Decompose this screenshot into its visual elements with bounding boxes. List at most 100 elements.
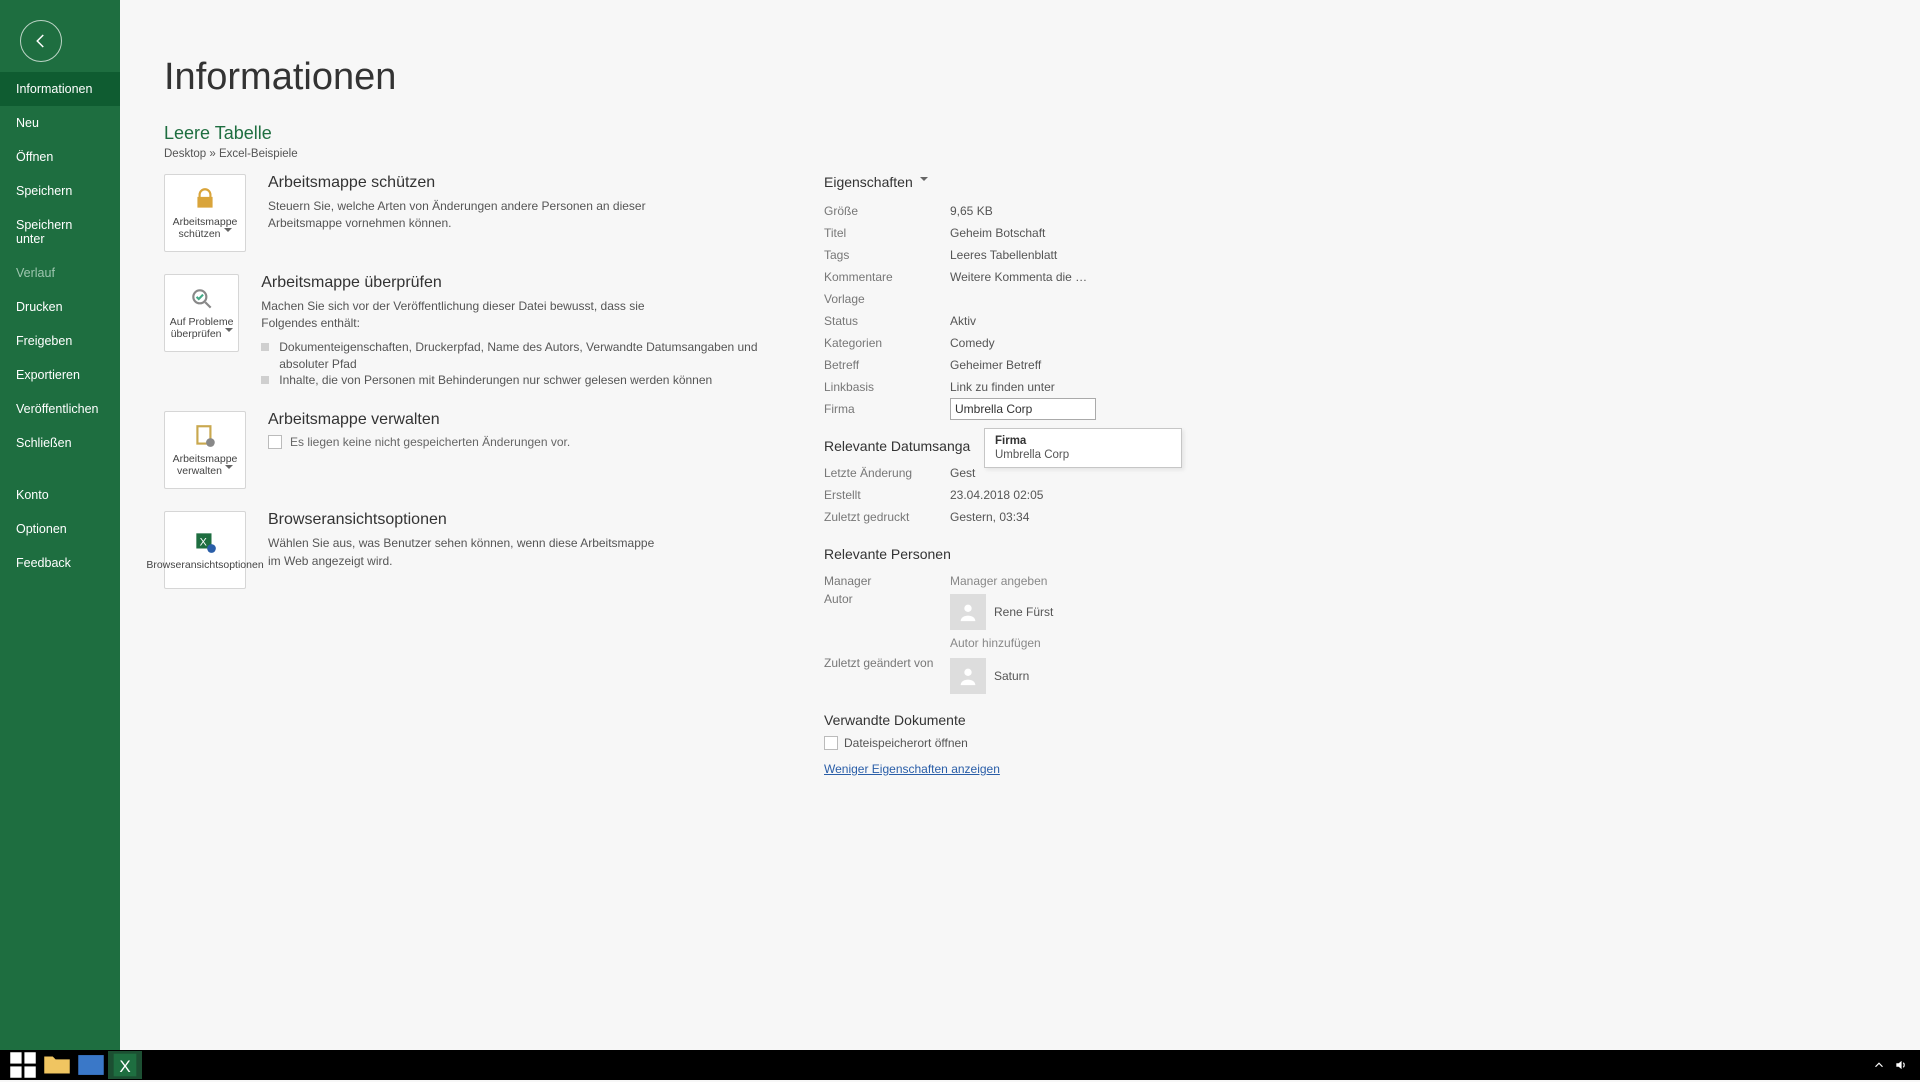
sidebar-item-feedback[interactable]: Feedback xyxy=(0,546,120,580)
protect-desc: Steuern Sie, welche Arten von Änderungen… xyxy=(268,198,668,233)
doc-title: Leere Tabelle xyxy=(164,123,1880,144)
author-add-link[interactable]: Autor hinzufügen xyxy=(950,636,1204,650)
lastmod-k: Zuletzt geändert von xyxy=(824,656,950,670)
inspect-bullet: Dokumenteigenschaften, Druckerpfad, Name… xyxy=(261,339,784,373)
author-k: Autor xyxy=(824,592,950,606)
sidebar-item-schliessen[interactable]: Schließen xyxy=(0,426,120,460)
tooltip-body: Umbrella Corp xyxy=(995,449,1171,461)
tooltip-title: Firma xyxy=(995,435,1171,447)
sidebar-item-optionen[interactable]: Optionen xyxy=(0,512,120,546)
prop-tags-v[interactable]: Leeres Tabellenblatt xyxy=(950,248,1204,262)
sidebar-item-verlauf: Verlauf xyxy=(0,256,120,290)
sidebar-item-neu[interactable]: Neu xyxy=(0,106,120,140)
excel-browser-icon: X xyxy=(192,529,218,555)
window-icon xyxy=(74,1048,108,1082)
browser-view-tile[interactable]: X Browseransichtsoptionen xyxy=(164,511,246,589)
sidebar-item-drucken[interactable]: Drucken xyxy=(0,290,120,324)
taskbar: X xyxy=(0,1050,1920,1080)
prop-linkbase-v[interactable]: Link zu finden unter xyxy=(950,380,1204,394)
author-name[interactable]: Rene Fürst xyxy=(994,605,1053,619)
inspect-tile-label: Auf Probleme überprüfen xyxy=(169,316,234,340)
date-printed-v: Gestern, 03:34 xyxy=(950,510,1204,524)
manage-heading: Arbeitsmappe verwalten xyxy=(268,411,570,429)
sidebar-item-oeffnen[interactable]: Öffnen xyxy=(0,140,120,174)
date-created-k: Erstellt xyxy=(824,488,950,502)
prop-status-v[interactable]: Aktiv xyxy=(950,314,1204,328)
start-button[interactable] xyxy=(6,1051,40,1079)
sidebar-item-exportieren[interactable]: Exportieren xyxy=(0,358,120,392)
document-gear-icon xyxy=(192,423,218,449)
prop-subject-k: Betreff xyxy=(824,358,950,372)
prop-subject-v[interactable]: Geheimer Betreff xyxy=(950,358,1204,372)
protect-workbook-tile[interactable]: Arbeitsmappe schützen xyxy=(164,174,246,252)
magnify-check-icon xyxy=(189,286,215,312)
sidebar-item-speichern-unter[interactable]: Speichern unter xyxy=(0,208,120,256)
manager-k: Manager xyxy=(824,574,950,588)
caret-down-icon xyxy=(917,174,928,190)
manage-tile-label: Arbeitsmappe verwalten xyxy=(169,453,241,477)
taskbar-app[interactable] xyxy=(74,1051,108,1079)
prop-template-k: Vorlage xyxy=(824,292,950,306)
properties-dropdown[interactable]: Eigenschaften xyxy=(824,174,1204,190)
prop-linkbase-k: Linkbasis xyxy=(824,380,950,394)
date-printed-k: Zuletzt gedruckt xyxy=(824,510,950,524)
excel-icon: X xyxy=(108,1048,142,1082)
prop-comments-v[interactable]: Weitere Kommenta die … xyxy=(950,270,1204,284)
prop-comments-k: Kommentare xyxy=(824,270,950,284)
backstage-sidebar: Informationen Neu Öffnen Speichern Speic… xyxy=(0,0,120,1050)
sidebar-item-informationen[interactable]: Informationen xyxy=(0,72,120,106)
info-main: Informationen Leere Tabelle Desktop » Ex… xyxy=(120,0,1920,1050)
inspect-heading: Arbeitsmappe überprüfen xyxy=(261,274,784,292)
svg-text:X: X xyxy=(200,536,207,548)
folder-icon xyxy=(824,736,838,750)
author-avatar[interactable] xyxy=(950,594,986,630)
date-created-v: 23.04.2018 02:05 xyxy=(950,488,1204,502)
prop-size-v: 9,65 KB xyxy=(950,204,1204,218)
taskbar-explorer[interactable] xyxy=(40,1051,74,1079)
related-docs-heading: Verwandte Dokumente xyxy=(824,712,1204,728)
browser-view-label: Browseransichtsoptionen xyxy=(146,559,263,571)
sidebar-item-konto[interactable]: Konto xyxy=(0,478,120,512)
inspect-bullet: Inhalte, die von Personen mit Behinderun… xyxy=(261,372,784,389)
doc-icon xyxy=(268,435,282,449)
date-mod-k: Letzte Änderung xyxy=(824,466,950,480)
sidebar-item-veroeffentlichen[interactable]: Veröffentlichen xyxy=(0,392,120,426)
inspect-desc: Machen Sie sich vor der Veröffentlichung… xyxy=(261,298,661,333)
prop-cats-k: Kategorien xyxy=(824,336,950,350)
prop-title-k: Titel xyxy=(824,226,950,240)
sidebar-item-speichern[interactable]: Speichern xyxy=(0,174,120,208)
inspect-tile[interactable]: Auf Probleme überprüfen xyxy=(164,274,239,352)
manage-desc: Es liegen keine nicht gespeicherten Ände… xyxy=(290,435,570,449)
chevron-up-icon[interactable] xyxy=(1872,1058,1886,1072)
lastmod-avatar[interactable] xyxy=(950,658,986,694)
windows-icon xyxy=(6,1048,40,1082)
svg-text:X: X xyxy=(119,1057,130,1076)
company-input[interactable] xyxy=(950,398,1096,420)
arrow-left-icon xyxy=(32,32,50,50)
people-heading: Relevante Personen xyxy=(824,546,1204,562)
browser-heading: Browseransichtsoptionen xyxy=(268,511,668,529)
folder-icon xyxy=(40,1048,74,1082)
lock-icon xyxy=(192,186,218,212)
sidebar-item-freigeben[interactable]: Freigeben xyxy=(0,324,120,358)
breadcrumb: Desktop » Excel-Beispiele xyxy=(164,148,1880,160)
prop-cats-v[interactable]: Comedy xyxy=(950,336,1204,350)
date-mod-v: Gest xyxy=(950,466,1204,480)
manage-tile[interactable]: Arbeitsmappe verwalten xyxy=(164,411,246,489)
browser-desc: Wählen Sie aus, was Benutzer sehen könne… xyxy=(268,535,668,570)
show-fewer-properties-link[interactable]: Weniger Eigenschaften anzeigen xyxy=(824,762,1000,776)
person-icon xyxy=(957,601,979,623)
volume-icon[interactable] xyxy=(1894,1058,1908,1072)
open-file-location[interactable]: Dateispeicherort öffnen xyxy=(824,736,1204,750)
person-icon xyxy=(957,665,979,687)
manager-add[interactable]: Manager angeben xyxy=(950,574,1204,588)
lastmod-name[interactable]: Saturn xyxy=(994,669,1029,683)
company-tooltip: Firma Umbrella Corp xyxy=(984,428,1182,468)
back-button[interactable] xyxy=(20,20,62,62)
prop-status-k: Status xyxy=(824,314,950,328)
prop-size-k: Größe xyxy=(824,204,950,218)
prop-company-k: Firma xyxy=(824,402,950,416)
protect-workbook-label: Arbeitsmappe schützen xyxy=(169,216,241,240)
prop-title-v[interactable]: Geheim Botschaft xyxy=(950,226,1204,240)
taskbar-excel[interactable]: X xyxy=(108,1051,142,1079)
